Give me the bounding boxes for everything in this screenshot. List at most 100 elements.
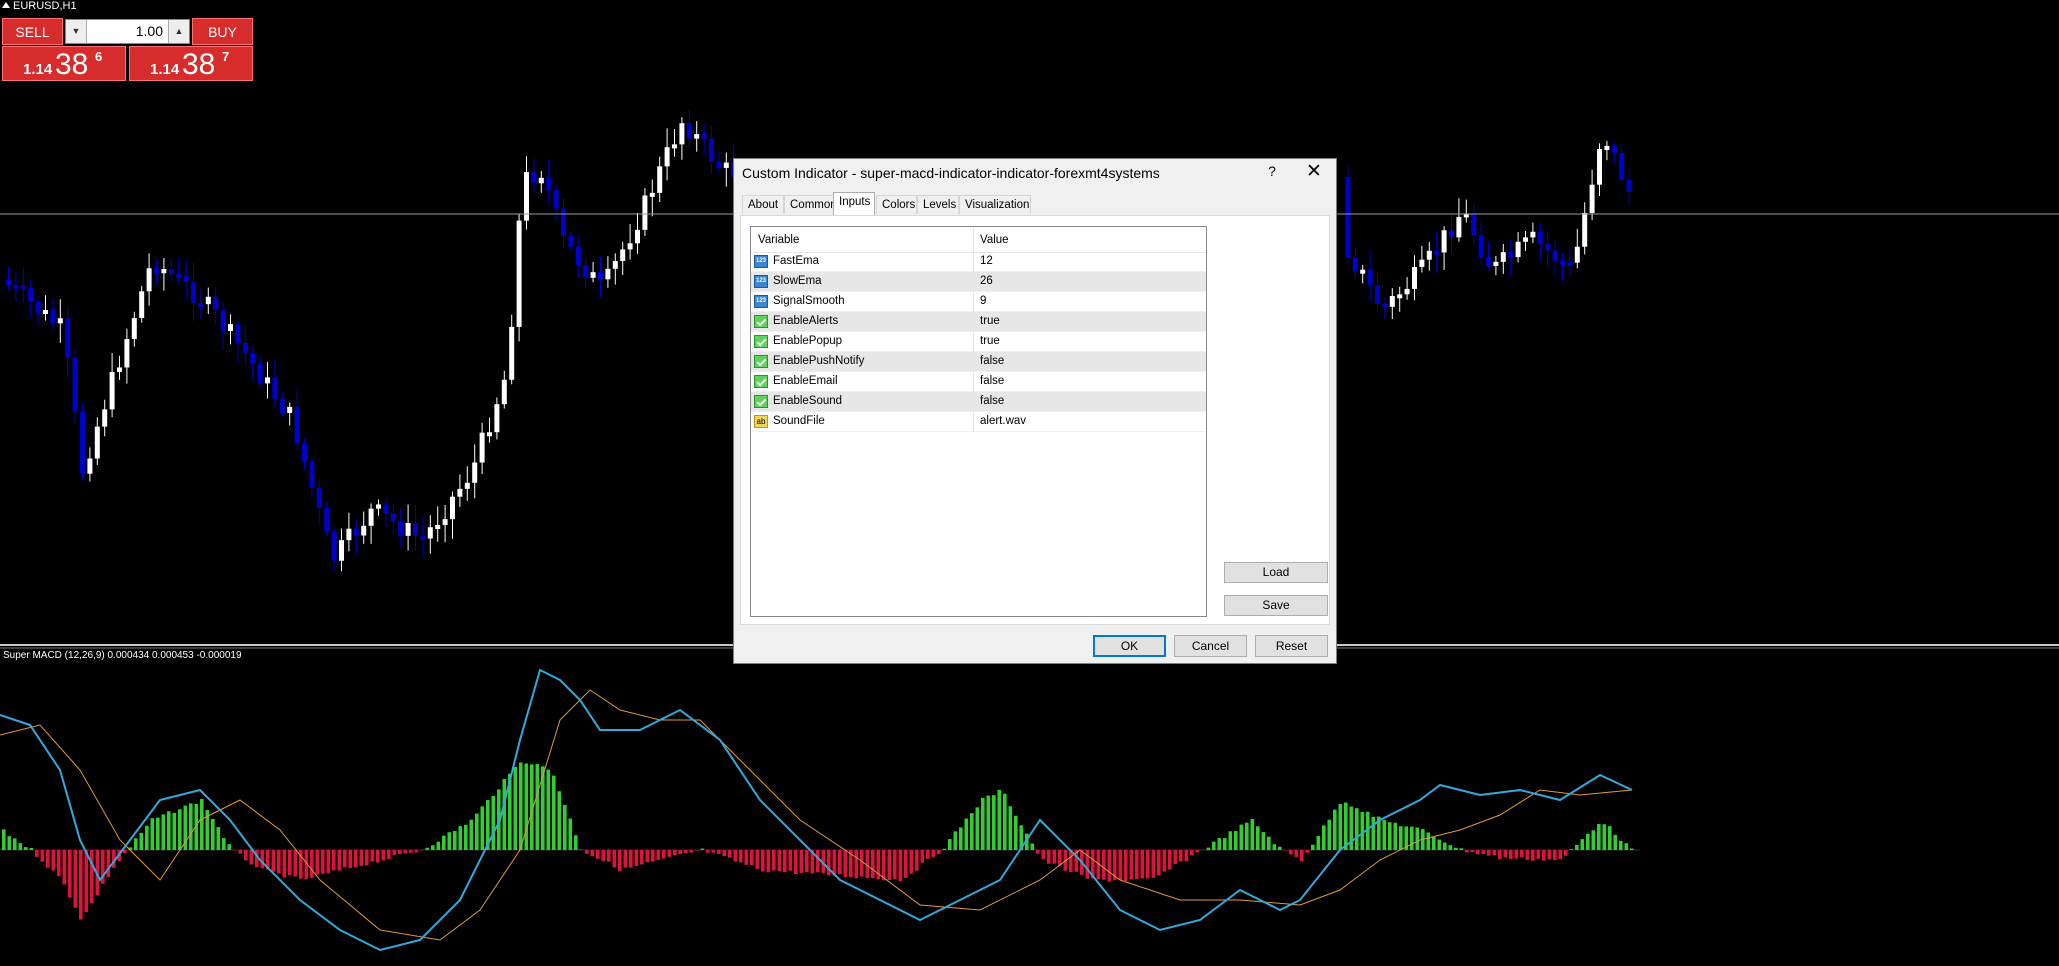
candle-body bbox=[598, 272, 603, 280]
input-value[interactable]: true bbox=[980, 315, 1000, 327]
lot-decrease-icon[interactable]: ▼ bbox=[66, 20, 87, 43]
histogram-bar bbox=[1437, 839, 1442, 850]
candle-body bbox=[331, 531, 337, 561]
histogram-bar bbox=[398, 850, 402, 855]
candle-body bbox=[509, 326, 515, 380]
close-icon[interactable]: ✕ bbox=[1302, 161, 1326, 183]
histogram-bar bbox=[1135, 850, 1139, 880]
histogram-bar bbox=[942, 848, 947, 850]
cancel-button[interactable]: Cancel bbox=[1174, 635, 1247, 657]
input-value[interactable]: false bbox=[980, 375, 1004, 387]
input-value[interactable]: true bbox=[980, 335, 1000, 347]
save-button[interactable]: Save bbox=[1224, 595, 1328, 616]
histogram-bar bbox=[7, 836, 12, 850]
candle-body bbox=[80, 411, 85, 474]
candle-body bbox=[272, 377, 278, 399]
histogram-bar bbox=[332, 850, 336, 871]
input-value[interactable]: 9 bbox=[980, 295, 986, 307]
histogram-bar bbox=[1355, 808, 1359, 850]
lot-increase-icon[interactable]: ▲ bbox=[168, 20, 189, 43]
input-row-signalsmooth[interactable]: 123 SignalSmooth 9 bbox=[751, 292, 1206, 312]
histogram-bar bbox=[981, 797, 985, 850]
candle-body bbox=[701, 134, 707, 139]
tab-inputs[interactable]: Inputs bbox=[833, 192, 875, 215]
tab-levels[interactable]: Levels bbox=[917, 195, 959, 214]
input-row-soundfile[interactable]: ab SoundFile alert.wav bbox=[751, 412, 1206, 432]
candle-body bbox=[1493, 261, 1499, 266]
histogram-bar bbox=[73, 850, 78, 908]
reset-button[interactable]: Reset bbox=[1255, 635, 1328, 657]
candle-body bbox=[583, 265, 589, 278]
candle-body bbox=[102, 409, 108, 427]
input-value[interactable]: 12 bbox=[980, 255, 993, 267]
histogram-bar bbox=[491, 795, 496, 850]
histogram-bar bbox=[288, 850, 292, 876]
inputs-grid[interactable]: Variable Value 123 FastEma 12 123 SlowEm… bbox=[750, 226, 1207, 617]
candle-body bbox=[361, 525, 367, 536]
collapse-triangle-icon[interactable] bbox=[2, 2, 10, 8]
candle-body bbox=[294, 406, 300, 444]
header-value[interactable]: Value bbox=[980, 234, 1009, 246]
histogram-bar bbox=[1003, 793, 1007, 850]
header-variable[interactable]: Variable bbox=[758, 234, 799, 246]
load-button[interactable]: Load bbox=[1224, 562, 1328, 583]
candle-body bbox=[1478, 235, 1484, 258]
input-row-enablesound[interactable]: EnableSound false bbox=[751, 392, 1206, 412]
integer-type-icon: 123 bbox=[754, 275, 768, 288]
histogram-bar bbox=[57, 850, 61, 877]
input-row-fastema[interactable]: 123 FastEma 12 bbox=[751, 252, 1206, 272]
candle-body bbox=[50, 310, 56, 324]
histogram-bar bbox=[1586, 833, 1590, 850]
input-name: EnablePushNotify bbox=[773, 355, 865, 367]
candle-body bbox=[620, 249, 626, 261]
tab-colors[interactable]: Colors bbox=[876, 195, 917, 214]
input-row-enableemail[interactable]: EnableEmail false bbox=[751, 372, 1206, 392]
input-row-enablepopup[interactable]: EnablePopup true bbox=[751, 332, 1206, 352]
input-row-slowema[interactable]: 123 SlowEma 26 bbox=[751, 272, 1206, 292]
input-value[interactable]: 26 bbox=[980, 275, 993, 287]
histogram-bar bbox=[1448, 845, 1453, 850]
histogram-bar bbox=[84, 850, 89, 913]
lot-size-value[interactable]: 1.00 bbox=[136, 23, 163, 39]
histogram-bar bbox=[1360, 811, 1365, 850]
histogram-bar bbox=[992, 795, 996, 850]
histogram-bar bbox=[1470, 850, 1475, 853]
input-value[interactable]: alert.wav bbox=[980, 415, 1026, 427]
histogram-bar bbox=[1294, 850, 1299, 857]
sell-price-button[interactable]: 1.14 38 6 bbox=[2, 46, 126, 81]
histogram-bar bbox=[139, 832, 144, 850]
input-row-enablepushnotify[interactable]: EnablePushNotify false bbox=[751, 352, 1206, 372]
help-icon[interactable]: ? bbox=[1263, 163, 1281, 183]
histogram-bar bbox=[711, 850, 716, 853]
buy-price-button[interactable]: 1.14 38 7 bbox=[129, 46, 253, 81]
candle-body bbox=[109, 371, 115, 410]
candle-body bbox=[1419, 259, 1425, 268]
histogram-bar bbox=[271, 850, 276, 872]
sell-button[interactable]: SELL bbox=[2, 18, 63, 45]
histogram-bar bbox=[370, 850, 375, 862]
buy-button[interactable]: BUY bbox=[192, 18, 253, 45]
histogram-bar bbox=[68, 850, 72, 898]
input-value[interactable]: false bbox=[980, 355, 1004, 367]
input-name: SoundFile bbox=[773, 415, 825, 427]
candle-body bbox=[376, 504, 381, 509]
tab-about[interactable]: About bbox=[742, 195, 784, 214]
candle-body bbox=[664, 147, 670, 167]
input-row-enablealerts[interactable]: EnableAlerts true bbox=[751, 312, 1206, 332]
histogram-bar bbox=[178, 809, 182, 850]
histogram-bar bbox=[167, 811, 171, 850]
histogram-bar bbox=[535, 764, 540, 850]
tab-common[interactable]: Common bbox=[784, 195, 837, 214]
input-name: EnableAlerts bbox=[773, 315, 839, 327]
lot-size-field[interactable]: ▼ 1.00 ▲ bbox=[65, 19, 190, 44]
histogram-bar bbox=[1454, 847, 1458, 850]
candle-body bbox=[72, 358, 78, 412]
histogram-bar bbox=[1580, 839, 1585, 850]
histogram-bar bbox=[750, 850, 754, 865]
histogram-bar bbox=[442, 835, 446, 850]
ok-button[interactable]: OK bbox=[1093, 635, 1166, 657]
input-value[interactable]: false bbox=[980, 395, 1004, 407]
tab-visualization[interactable]: Visualization bbox=[959, 195, 1031, 214]
histogram-bar bbox=[106, 850, 111, 878]
histogram-bar bbox=[959, 827, 963, 850]
